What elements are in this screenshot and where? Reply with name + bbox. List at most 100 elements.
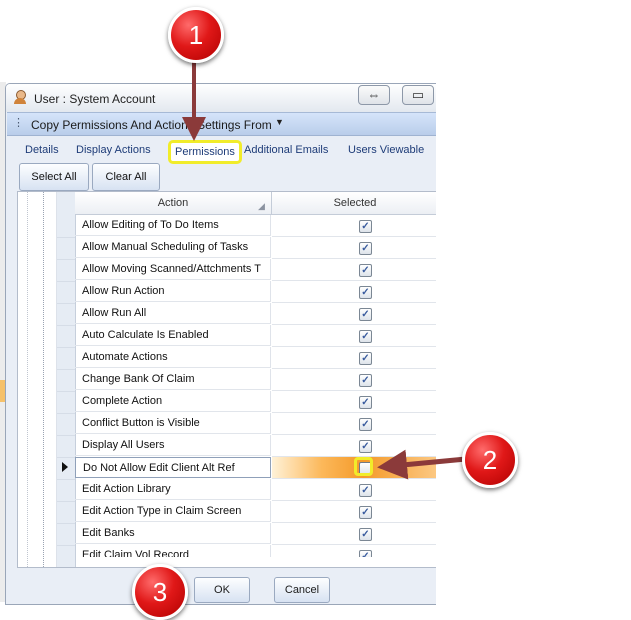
row-indicator[interactable]: [57, 435, 75, 458]
select-all-button[interactable]: Select All: [19, 163, 89, 191]
table-row[interactable]: Allow Moving Scanned/Attchments T ✓: [57, 259, 436, 282]
selected-cell[interactable]: ✓: [272, 215, 436, 237]
minimize-button[interactable]: ▭: [402, 85, 434, 105]
action-cell[interactable]: Edit Claim Vol Record: [75, 545, 271, 557]
table-row[interactable]: Edit Banks ✓: [57, 523, 436, 546]
clear-all-button[interactable]: Clear All: [92, 163, 160, 191]
table-row[interactable]: Allow Manual Scheduling of Tasks ✓: [57, 237, 436, 260]
cancel-button[interactable]: Cancel: [274, 577, 330, 603]
tab-display-actions[interactable]: Display Actions: [76, 144, 151, 156]
selected-cell[interactable]: ✓: [272, 281, 436, 303]
grid-actions: Select All Clear All: [18, 163, 436, 192]
table-row[interactable]: Auto Calculate Is Enabled ✓: [57, 325, 436, 348]
action-cell[interactable]: Edit Banks: [75, 523, 271, 544]
table-row[interactable]: Complete Action ✓: [57, 391, 436, 414]
selected-checkbox[interactable]: ✓: [359, 506, 372, 519]
row-indicator[interactable]: [57, 259, 75, 282]
selected-cell[interactable]: ✓: [272, 435, 436, 457]
grip-icon: ⋮: [13, 117, 24, 129]
table-row[interactable]: Automate Actions ✓: [57, 347, 436, 370]
selected-checkbox[interactable]: ✓: [359, 374, 372, 387]
resize-button[interactable]: ⇔: [358, 85, 390, 105]
tab-details[interactable]: Details: [25, 144, 59, 156]
selected-checkbox[interactable]: ✓: [359, 440, 372, 453]
table-row[interactable]: Change Bank Of Claim ✓: [57, 369, 436, 392]
selected-cell[interactable]: ✓: [272, 303, 436, 325]
action-cell[interactable]: Allow Run All: [75, 303, 271, 324]
selected-checkbox[interactable]: ✓: [359, 308, 372, 321]
table-row[interactable]: Display All Users ✓: [57, 435, 436, 458]
tab-additional-emails[interactable]: Additional Emails: [244, 144, 328, 156]
row-indicator[interactable]: [57, 369, 75, 392]
action-cell[interactable]: Conflict Button is Visible: [75, 413, 271, 434]
selected-cell[interactable]: [272, 457, 436, 479]
table-row[interactable]: Allow Editing of To Do Items ✓: [57, 215, 436, 238]
action-cell[interactable]: Edit Action Type in Claim Screen: [75, 501, 271, 522]
selected-cell[interactable]: ✓: [272, 501, 436, 523]
tab-permissions[interactable]: Permissions: [168, 140, 242, 164]
selected-checkbox[interactable]: ✓: [359, 396, 372, 409]
selected-cell[interactable]: ✓: [272, 259, 436, 281]
action-cell[interactable]: Allow Manual Scheduling of Tasks: [75, 237, 271, 258]
row-indicator[interactable]: [57, 325, 75, 348]
copy-permissions-toolbar: ⋮ Copy Permissions And Actions Settings …: [7, 112, 436, 136]
selected-cell[interactable]: ✓: [272, 523, 436, 545]
row-indicator[interactable]: [57, 501, 75, 524]
selected-cell[interactable]: ✓: [272, 237, 436, 259]
selected-cell[interactable]: ✓: [272, 347, 436, 369]
table-row[interactable]: Allow Run All ✓: [57, 303, 436, 326]
copy-permissions-menu[interactable]: Copy Permissions And Actions Settings Fr…: [31, 118, 272, 132]
table-row[interactable]: Edit Action Type in Claim Screen ✓: [57, 501, 436, 524]
action-cell[interactable]: Automate Actions: [75, 347, 271, 368]
selected-checkbox[interactable]: ✓: [359, 330, 372, 343]
selected-checkbox[interactable]: ✓: [359, 220, 372, 233]
column-header-selected[interactable]: Selected: [272, 192, 436, 214]
selected-cell[interactable]: ✓: [272, 391, 436, 413]
selected-checkbox[interactable]: ✓: [359, 550, 372, 557]
table-row[interactable]: Edit Action Library ✓: [57, 479, 436, 502]
ok-button[interactable]: OK: [194, 577, 250, 603]
row-indicator[interactable]: [57, 237, 75, 260]
selected-checkbox[interactable]: ✓: [359, 242, 372, 255]
table-row[interactable]: Conflict Button is Visible ✓: [57, 413, 436, 436]
row-indicator[interactable]: [57, 215, 75, 238]
action-cell[interactable]: Change Bank Of Claim: [75, 369, 271, 390]
selected-cell[interactable]: ✓: [272, 413, 436, 435]
action-cell[interactable]: Edit Action Library: [75, 479, 271, 500]
row-indicator[interactable]: [57, 523, 75, 546]
selected-cell[interactable]: ✓: [272, 545, 436, 557]
action-cell[interactable]: Do Not Allow Edit Client Alt Ref: [75, 457, 271, 478]
selected-checkbox[interactable]: ✓: [359, 264, 372, 277]
selected-cell[interactable]: ✓: [272, 369, 436, 391]
selected-checkbox[interactable]: ✓: [359, 484, 372, 497]
table-row[interactable]: Allow Run Action ✓: [57, 281, 436, 304]
title-bar[interactable]: User : System Account ⇔ ▭: [6, 84, 436, 112]
row-indicator[interactable]: [57, 479, 75, 502]
row-indicator[interactable]: [57, 413, 75, 436]
tab-users-viewable[interactable]: Users Viewable: [348, 144, 424, 156]
row-indicator[interactable]: [57, 545, 75, 557]
selected-cell[interactable]: ✓: [272, 325, 436, 347]
action-cell[interactable]: Allow Editing of To Do Items: [75, 215, 271, 236]
selected-cell[interactable]: ✓: [272, 479, 436, 501]
action-cell[interactable]: Complete Action: [75, 391, 271, 412]
action-cell[interactable]: Display All Users: [75, 435, 271, 456]
permissions-grid: Action ◢ Selected Allow Editing of To Do…: [17, 191, 436, 568]
row-indicator[interactable]: [57, 281, 75, 304]
tab-strip: Details Display Actions Permissions Addi…: [7, 137, 436, 164]
action-cell[interactable]: Allow Run Action: [75, 281, 271, 302]
selected-checkbox[interactable]: ✓: [359, 418, 372, 431]
action-cell[interactable]: Auto Calculate Is Enabled: [75, 325, 271, 346]
row-indicator[interactable]: [57, 391, 75, 414]
selected-checkbox[interactable]: ✓: [359, 528, 372, 541]
row-indicator[interactable]: [57, 347, 75, 370]
selected-checkbox[interactable]: ✓: [359, 286, 372, 299]
table-row[interactable]: Edit Claim Vol Record ✓: [57, 545, 436, 557]
selected-checkbox[interactable]: ✓: [359, 352, 372, 365]
table-row[interactable]: Do Not Allow Edit Client Alt Ref: [57, 457, 436, 480]
dropdown-arrow-icon[interactable]: ▼: [275, 117, 284, 127]
column-header-action[interactable]: Action ◢: [75, 192, 272, 214]
row-indicator[interactable]: [57, 303, 75, 326]
action-cell[interactable]: Allow Moving Scanned/Attchments T: [75, 259, 271, 280]
row-indicator[interactable]: [57, 457, 75, 480]
